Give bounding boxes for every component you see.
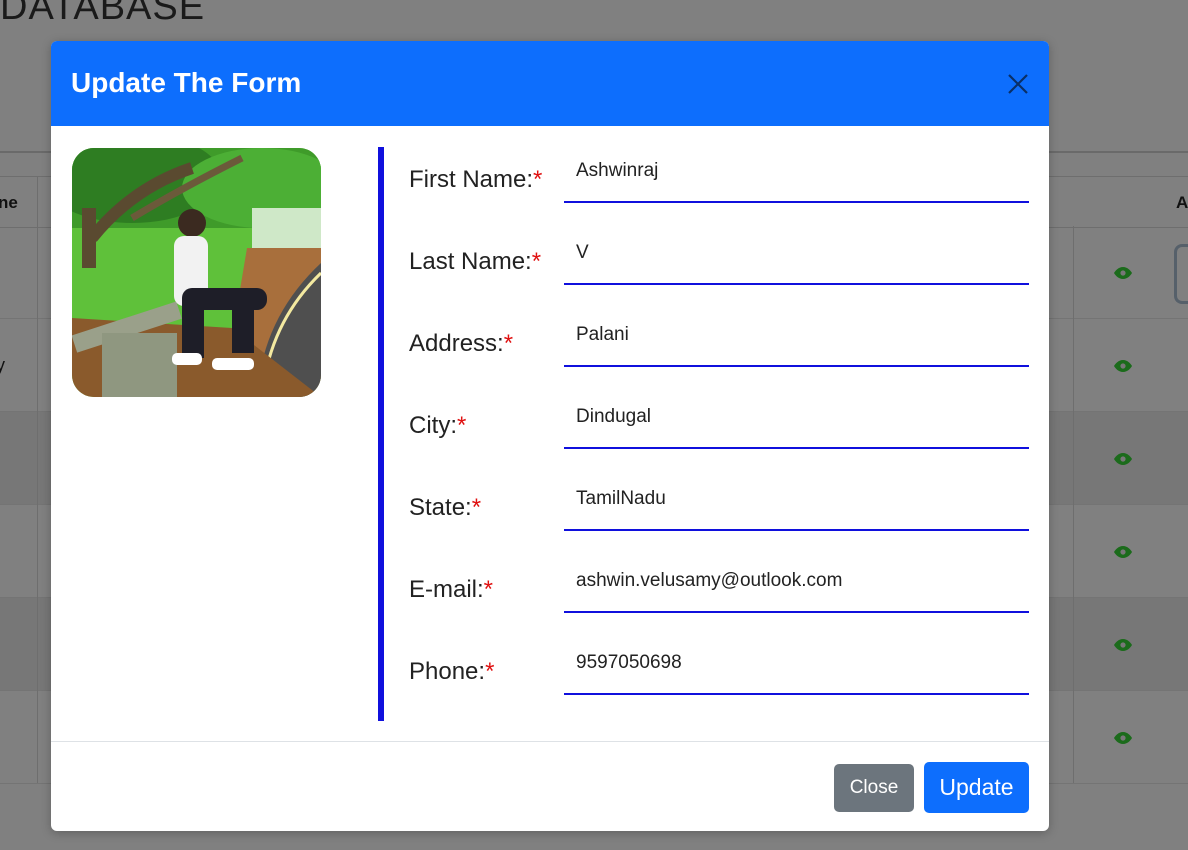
city-field[interactable] [564, 394, 1029, 449]
phone-field[interactable] [564, 640, 1029, 695]
first-name-row: First Name:* [409, 148, 1029, 206]
close-button[interactable]: Close [834, 764, 914, 812]
city-label: City:* [409, 412, 467, 439]
eye-icon[interactable] [1114, 453, 1132, 465]
state-row: State:* [409, 476, 1029, 534]
city-row: City:* [409, 394, 1029, 452]
profile-photo [72, 148, 321, 397]
modal-header: Update The Form [51, 41, 1049, 126]
first-name-field[interactable] [564, 148, 1029, 203]
update-button[interactable]: Update [924, 762, 1029, 813]
table-header-actions: A [1176, 193, 1188, 212]
address-field[interactable] [564, 312, 1029, 367]
close-icon[interactable] [1003, 69, 1033, 99]
address-label: Address:* [409, 330, 514, 357]
phone-row: Phone:* [409, 640, 1029, 698]
form-divider [378, 147, 384, 721]
column-divider [37, 176, 38, 783]
email-row: E-mail:* [409, 558, 1029, 616]
state-field[interactable] [564, 476, 1029, 531]
state-label: State:* [409, 494, 482, 521]
modal-title: Update The Form [71, 67, 302, 98]
address-row: Address:* [409, 312, 1029, 370]
last-name-label: Last Name:* [409, 248, 542, 275]
eye-icon[interactable] [1114, 546, 1132, 558]
first-name-label: First Name:* [409, 166, 543, 193]
eye-icon[interactable] [1114, 732, 1132, 744]
update-form-modal: Update The Form First Name:* La [51, 41, 1049, 831]
eye-icon[interactable] [1114, 639, 1132, 651]
phone-label: Phone:* [409, 658, 495, 685]
email-field[interactable] [564, 558, 1029, 613]
modal-footer: Close Update [51, 741, 1049, 831]
edit-button-fragment[interactable] [1174, 244, 1188, 304]
last-name-field[interactable] [564, 230, 1029, 285]
page-title: DATABASE [0, 0, 206, 28]
eye-icon[interactable] [1114, 360, 1132, 372]
eye-icon[interactable] [1114, 267, 1132, 279]
last-name-row: Last Name:* [409, 230, 1029, 288]
column-divider [1073, 226, 1074, 783]
email-label: E-mail:* [409, 576, 494, 603]
table-header-name: ne [0, 193, 18, 212]
table-cell: y [0, 355, 5, 375]
